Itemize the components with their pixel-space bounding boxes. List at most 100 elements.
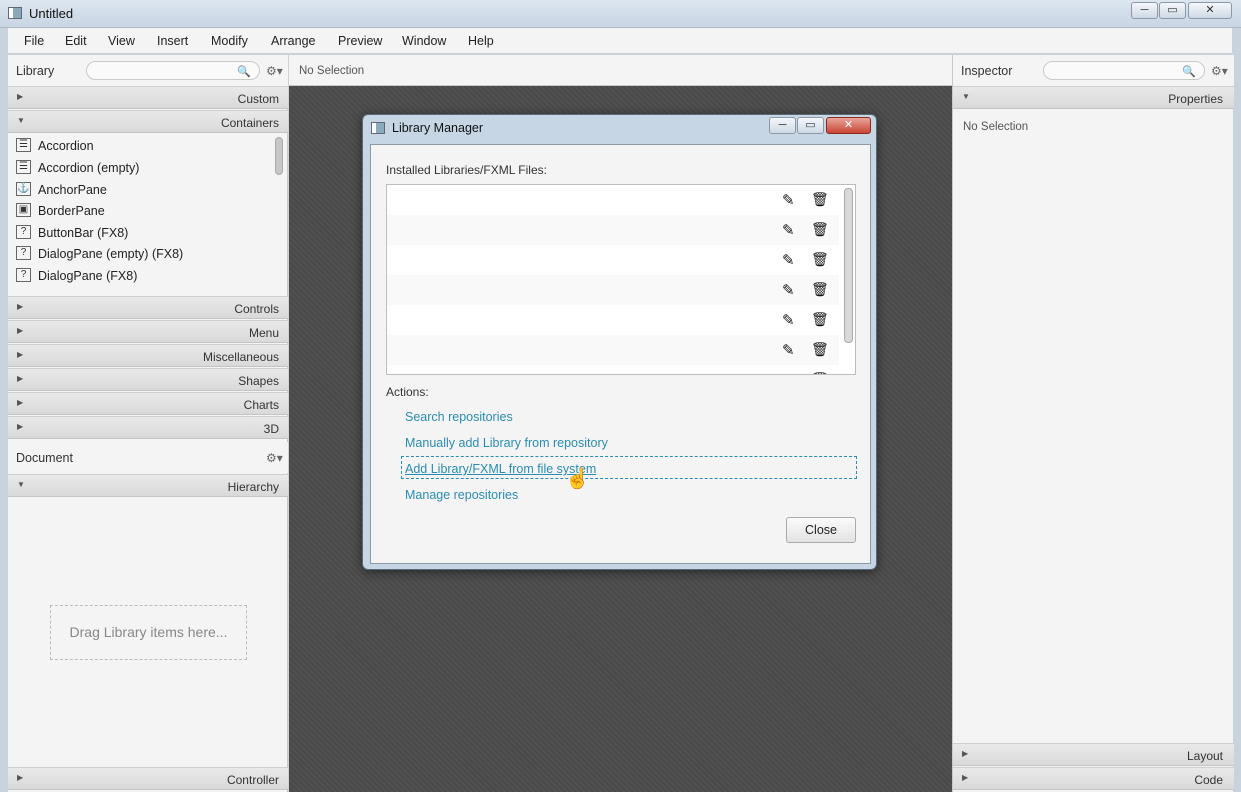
library-list-row[interactable]: ✎🗑 <box>387 185 839 215</box>
search-icon: 🔍 <box>237 66 251 78</box>
installed-libraries-label: Installed Libraries/FXML Files: <box>386 163 547 177</box>
menu-view[interactable]: View <box>108 34 135 48</box>
section-shapes[interactable]: ▶ Shapes <box>8 368 288 391</box>
menu-window[interactable]: Window <box>402 34 446 48</box>
section-3d[interactable]: ▶ 3D <box>8 416 288 439</box>
section-label: Code <box>1194 773 1223 787</box>
library-item-label: BorderPane <box>38 204 105 218</box>
inspector-title: Inspector <box>961 64 1013 78</box>
section-charts[interactable]: ▶ Charts <box>8 392 288 415</box>
collapsed-arrow-icon: ▶ <box>17 350 24 359</box>
library-item-label: DialogPane (FX8) <box>38 269 138 283</box>
edit-pencil-icon[interactable]: ✎ <box>782 311 795 329</box>
document-gear-icon[interactable]: ⚙▾ <box>266 451 283 465</box>
accordion-icon: ☰ <box>16 138 31 152</box>
scroll-thumb[interactable] <box>275 137 283 175</box>
expanded-arrow-icon: ▼ <box>962 92 970 101</box>
section-controller[interactable]: ▶ Controller <box>8 767 288 790</box>
delete-trash-icon[interactable]: 🗑 <box>811 281 829 298</box>
search-repositories-link[interactable]: Search repositories <box>405 410 513 424</box>
section-label: Layout <box>1186 749 1223 763</box>
close-button[interactable]: Close <box>786 517 856 543</box>
manage-repositories-link[interactable]: Manage repositories <box>405 488 518 502</box>
section-label: Properties <box>1168 92 1223 106</box>
section-custom[interactable]: ▶ Custom <box>8 86 288 109</box>
library-search-input[interactable]: 🔍 <box>86 61 260 80</box>
section-properties[interactable]: ▼ Properties <box>953 86 1234 109</box>
library-list-row[interactable]: ✎🗑 <box>387 335 839 365</box>
library-scrollbar[interactable] <box>274 135 284 295</box>
inspector-gear-icon[interactable]: ⚙▾ <box>1211 64 1228 78</box>
edit-pencil-icon[interactable]: ✎ <box>782 341 795 359</box>
hand-cursor-icon: ☝ <box>565 468 590 490</box>
selection-bar: No Selection <box>289 55 952 86</box>
menu-help[interactable]: Help <box>468 34 494 48</box>
inspector-header: Inspector 🔍 ⚙▾ <box>953 55 1234 86</box>
document-header: Document ⚙▾ <box>8 442 288 473</box>
maximize-button[interactable]: ▭ <box>1159 2 1186 19</box>
library-title: Library <box>16 64 55 78</box>
dialog-title: Library Manager <box>392 121 484 135</box>
dialog-maximize-button[interactable]: ▭ <box>797 117 824 134</box>
collapsed-arrow-icon: ▶ <box>962 749 969 758</box>
library-list-row[interactable]: ✎🗑 <box>387 245 839 275</box>
selection-status: No Selection <box>299 65 365 77</box>
collapsed-arrow-icon: ▶ <box>17 398 24 407</box>
library-manager-dialog: Library Manager ─ ▭ ✕ Installed Librarie… <box>362 114 877 570</box>
section-code[interactable]: ▶ Code <box>953 767 1234 790</box>
app-icon <box>8 7 22 19</box>
edit-pencil-icon[interactable]: ✎ <box>782 251 795 269</box>
library-list-row[interactable]: ✎🗑 <box>387 305 839 335</box>
installed-libraries-list[interactable]: ✎🗑✎🗑✎🗑✎🗑✎🗑✎🗑✎🗑 <box>386 184 856 375</box>
search-icon: 🔍 <box>1182 66 1196 78</box>
collapsed-arrow-icon: ▶ <box>17 302 24 311</box>
delete-trash-icon[interactable]: 🗑 <box>811 221 829 238</box>
section-label: Custom <box>237 92 279 106</box>
delete-trash-icon[interactable]: 🗑 <box>811 191 829 208</box>
section-layout[interactable]: ▶ Layout <box>953 743 1234 766</box>
section-label: 3D <box>263 422 279 436</box>
collapsed-arrow-icon: ▶ <box>17 773 24 782</box>
hierarchy-drop-zone[interactable]: Drag Library items here... <box>50 605 247 660</box>
menu-edit[interactable]: Edit <box>65 34 87 48</box>
library-list-row[interactable]: ✎🗑 <box>387 275 839 305</box>
delete-trash-icon[interactable]: 🗑 <box>811 341 829 358</box>
delete-trash-icon[interactable]: 🗑 <box>811 311 829 328</box>
expanded-arrow-icon: ▼ <box>17 116 25 125</box>
list-scrollbar[interactable] <box>844 188 853 343</box>
close-window-button[interactable]: ✕ <box>1188 2 1232 19</box>
collapsed-arrow-icon: ▶ <box>17 374 24 383</box>
inspector-no-selection: No Selection <box>963 121 1029 133</box>
delete-trash-icon[interactable]: 🗑 <box>811 251 829 268</box>
edit-pencil-icon[interactable]: ✎ <box>782 221 795 239</box>
library-list-row[interactable]: ✎🗑 <box>387 365 839 374</box>
menu-arrange[interactable]: Arrange <box>271 34 315 48</box>
edit-pencil-icon[interactable]: ✎ <box>782 191 795 209</box>
menu-insert[interactable]: Insert <box>157 34 188 48</box>
dialog-close-x-button[interactable]: ✕ <box>826 117 871 134</box>
anchor-icon: ⚓ <box>16 182 31 196</box>
edit-pencil-icon[interactable]: ✎ <box>782 281 795 299</box>
section-label: Controller <box>226 773 279 787</box>
library-list-row[interactable]: ✎🗑 <box>387 215 839 245</box>
section-hierarchy[interactable]: ▼ Hierarchy <box>8 474 288 497</box>
delete-trash-icon[interactable]: 🗑 <box>811 371 829 374</box>
section-containers[interactable]: ▼ Containers <box>8 110 288 133</box>
section-label: Menu <box>248 326 279 340</box>
menu-modify[interactable]: Modify <box>211 34 248 48</box>
section-label: Controls <box>234 302 279 316</box>
collapsed-arrow-icon: ▶ <box>17 326 24 335</box>
section-controls[interactable]: ▶ Controls <box>8 296 288 319</box>
collapsed-arrow-icon: ▶ <box>17 422 24 431</box>
manually-add-library-link[interactable]: Manually add Library from repository <box>405 436 608 450</box>
menu-file[interactable]: File <box>24 34 44 48</box>
document-title: Document <box>16 451 73 465</box>
edit-pencil-icon[interactable]: ✎ <box>782 371 795 374</box>
minimize-button[interactable]: ─ <box>1131 2 1158 19</box>
menu-preview[interactable]: Preview <box>338 34 382 48</box>
dialog-minimize-button[interactable]: ─ <box>769 117 796 134</box>
inspector-search-input[interactable]: 🔍 <box>1043 61 1205 80</box>
section-menu[interactable]: ▶ Menu <box>8 320 288 343</box>
section-miscellaneous[interactable]: ▶ Miscellaneous <box>8 344 288 367</box>
library-gear-icon[interactable]: ⚙▾ <box>266 64 283 78</box>
